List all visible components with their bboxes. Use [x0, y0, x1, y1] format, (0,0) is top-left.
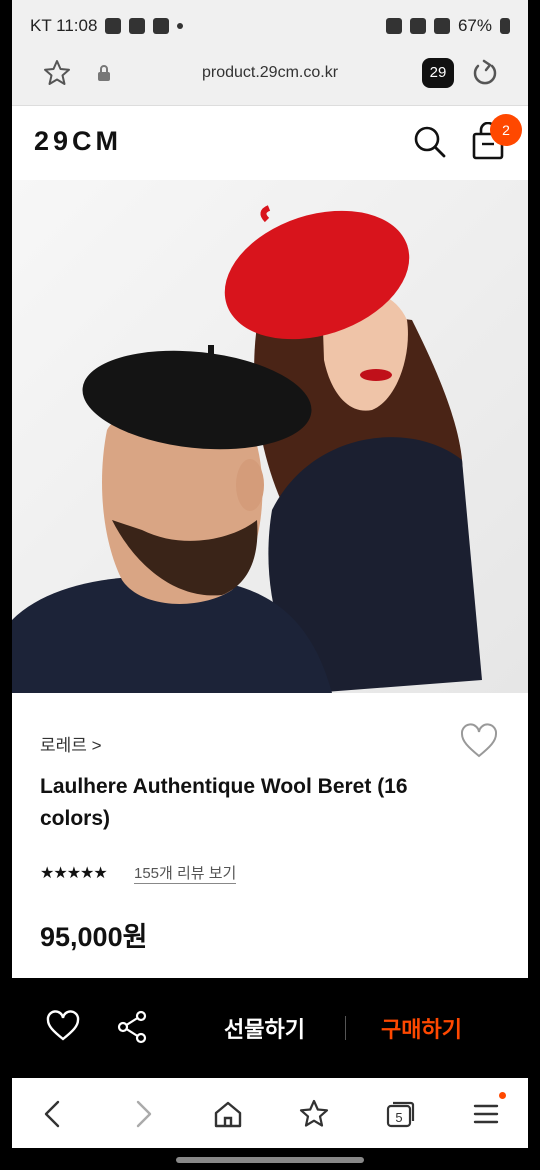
battery-icon — [500, 18, 510, 34]
gift-button[interactable]: 선물하기 — [224, 1012, 305, 1044]
cafe-icon — [129, 18, 146, 34]
status-right: 67% — [385, 16, 510, 36]
product-name: Laulhere Authentique Wool Beret (16 colo… — [40, 775, 408, 830]
talk-icon — [153, 18, 170, 34]
tabs-icon[interactable]: 5 — [384, 1098, 416, 1130]
purchase-action-bar: 선물하기 구매하기 — [12, 978, 528, 1078]
product-info: 로레르 > Laulhere Authentique Wool Beret (1… — [12, 693, 528, 978]
menu-icon[interactable] — [470, 1098, 502, 1130]
brand-link[interactable]: 로레르 > — [40, 731, 102, 756]
search-icon[interactable] — [412, 124, 448, 160]
buy-button[interactable]: 구매하기 — [381, 1012, 462, 1044]
tabs-count-text: 5 — [395, 1110, 402, 1125]
browser-url-bar: product.29cm.co.kr 29 — [12, 46, 528, 106]
menu-notification-dot — [499, 1092, 506, 1099]
cart-count-badge: 2 — [490, 114, 522, 146]
carrier-time: KT 11:08 — [30, 16, 98, 35]
tab-count-button[interactable]: 29 — [422, 58, 454, 88]
site-header: 29CM 2 — [12, 106, 528, 180]
wishlist-heart-icon[interactable] — [46, 1010, 80, 1042]
gesture-bar[interactable] — [176, 1157, 364, 1163]
mute-icon — [409, 18, 426, 34]
review-link[interactable]: 155개 리뷰 보기 — [134, 862, 237, 884]
alarm-icon — [385, 18, 402, 34]
reload-icon[interactable] — [470, 58, 500, 88]
product-image[interactable] — [12, 180, 528, 693]
product-price: 95,000원 — [40, 922, 148, 952]
rating-stars: ★★★★★ — [40, 865, 108, 882]
bookmarks-star-icon[interactable] — [298, 1098, 330, 1130]
more-notifications-icon — [177, 23, 184, 29]
browser-bottom-nav: 5 — [12, 1078, 528, 1148]
site-logo[interactable]: 29CM — [34, 126, 122, 157]
home-icon[interactable] — [212, 1098, 244, 1130]
status-bar: KT 11:08 67% — [12, 0, 528, 46]
action-divider — [345, 1016, 346, 1040]
share-icon[interactable] — [116, 1010, 148, 1044]
forward-icon[interactable] — [126, 1098, 158, 1130]
status-left: KT 11:08 — [30, 16, 184, 36]
battery-level: 67% — [457, 16, 492, 35]
signal-icon — [433, 18, 450, 34]
back-icon[interactable] — [38, 1098, 70, 1130]
heart-icon[interactable] — [460, 723, 498, 759]
notification-icon — [105, 18, 122, 34]
